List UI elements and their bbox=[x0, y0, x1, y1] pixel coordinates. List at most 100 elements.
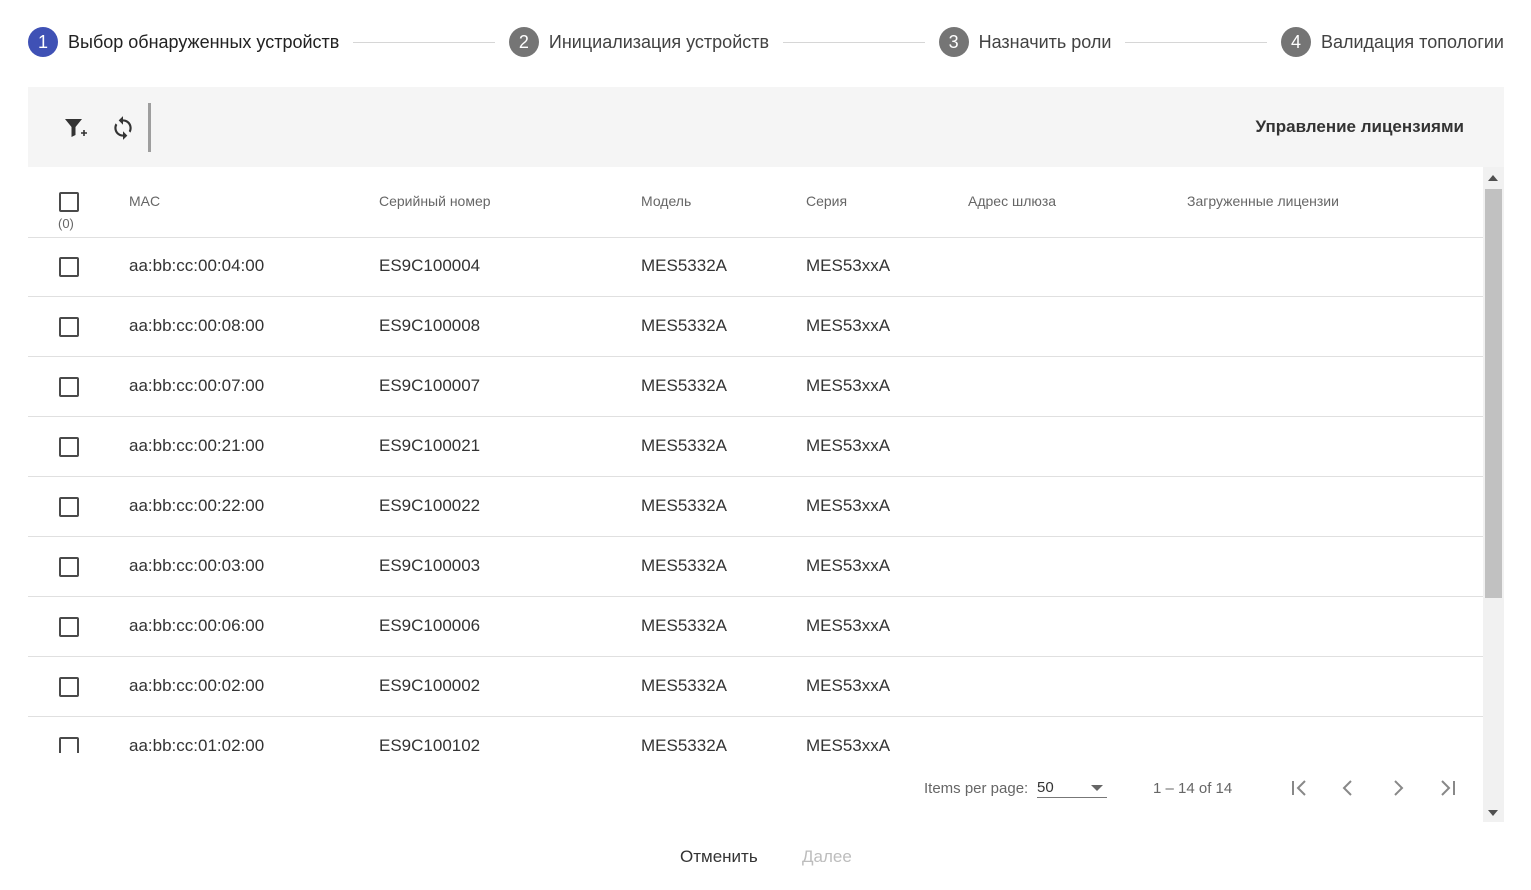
cell-series: MES53xxA bbox=[806, 556, 891, 575]
row-checkbox[interactable] bbox=[59, 257, 79, 277]
cell-serial: ES9C100007 bbox=[379, 376, 481, 395]
cell-model: MES5332A bbox=[641, 556, 727, 575]
toolbar-divider bbox=[148, 103, 151, 152]
step-label: Выбор обнаруженных устройств bbox=[68, 31, 340, 52]
row-checkbox[interactable] bbox=[59, 557, 79, 577]
first-page-icon bbox=[1292, 780, 1306, 796]
cell-model: MES5332A bbox=[641, 496, 727, 515]
cell-model: MES5332A bbox=[641, 676, 727, 695]
table-row[interactable]: aa:bb:cc:00:22:00 ES9C100022 MES5332A MES53… bbox=[28, 477, 1483, 537]
step-1[interactable]: 1 Выбор обнаруженных устройств bbox=[28, 27, 339, 57]
cell-series: MES53xxA bbox=[806, 316, 891, 335]
step-connector bbox=[353, 41, 495, 43]
step-connector bbox=[783, 41, 925, 43]
cell-mac: aa:bb:cc:00:03:00 bbox=[129, 556, 265, 575]
next-button[interactable]: Далее bbox=[802, 847, 852, 867]
cell-serial: ES9C100006 bbox=[379, 616, 481, 635]
table-row[interactable]: aa:bb:cc:00:07:00 ES9C100007 MES5332A MES53… bbox=[28, 357, 1483, 417]
cell-serial: ES9C100021 bbox=[379, 436, 481, 455]
refresh-button[interactable] bbox=[106, 111, 140, 145]
step-number: 1 bbox=[28, 27, 58, 57]
row-checkbox[interactable] bbox=[59, 677, 79, 697]
filter-add-button[interactable] bbox=[57, 111, 91, 145]
cell-series: MES53xxA bbox=[806, 376, 891, 395]
step-number: 2 bbox=[508, 27, 539, 57]
cell-serial: ES9C100002 bbox=[379, 676, 481, 695]
devices-table: (0) MAC Серийный номер Модель Серия Адре… bbox=[28, 167, 1483, 753]
step-4[interactable]: 4 Валидация топологии bbox=[1280, 27, 1504, 57]
row-checkbox[interactable] bbox=[59, 437, 79, 457]
next-page-button[interactable] bbox=[1383, 773, 1413, 803]
cell-series: MES53xxA bbox=[806, 436, 891, 455]
table-row[interactable]: aa:bb:cc:00:08:00 ES9C100008 MES5332A MES53… bbox=[28, 297, 1483, 357]
cell-mac: aa:bb:cc:00:21:00 bbox=[129, 436, 265, 455]
cell-model: MES5332A bbox=[641, 736, 727, 753]
table-row[interactable]: aa:bb:cc:00:02:00 ES9C100002 MES5332A MES53… bbox=[28, 657, 1483, 717]
column-header-mac[interactable]: MAC bbox=[129, 193, 160, 209]
vertical-scrollbar[interactable] bbox=[1483, 167, 1504, 822]
table-row[interactable]: aa:bb:cc:01:02:00 ES9C100102 MES5332A MES53… bbox=[28, 717, 1483, 753]
dropdown-arrow-icon bbox=[1091, 785, 1103, 791]
cell-mac: aa:bb:cc:00:22:00 bbox=[129, 496, 265, 515]
column-header-licenses[interactable]: Загруженные лицензии bbox=[1187, 193, 1339, 209]
cell-model: MES5332A bbox=[641, 376, 727, 395]
cell-series: MES53xxA bbox=[806, 496, 891, 515]
scroll-down-icon[interactable] bbox=[1488, 810, 1498, 816]
previous-page-button[interactable] bbox=[1333, 773, 1363, 803]
cell-mac: aa:bb:cc:00:02:00 bbox=[129, 676, 265, 695]
first-page-button[interactable] bbox=[1284, 773, 1314, 803]
cell-model: MES5332A bbox=[641, 436, 727, 455]
last-page-button[interactable] bbox=[1433, 773, 1463, 803]
selected-count: (0) bbox=[58, 216, 74, 231]
cell-serial: ES9C100022 bbox=[379, 496, 481, 515]
chevron-left-icon bbox=[1342, 780, 1352, 796]
stepper: 1 Выбор обнаруженных устройств 2 Инициал… bbox=[28, 26, 1504, 58]
items-per-page-select[interactable]: 50 bbox=[1037, 773, 1107, 798]
chevron-right-icon bbox=[1394, 780, 1404, 796]
license-management-button[interactable]: Управление лицензиями bbox=[1256, 117, 1464, 137]
cell-serial: ES9C100008 bbox=[379, 316, 481, 335]
column-header-series[interactable]: Серия bbox=[806, 193, 847, 209]
row-checkbox[interactable] bbox=[59, 737, 79, 753]
cell-model: MES5332A bbox=[641, 616, 727, 635]
table-row[interactable]: aa:bb:cc:00:04:00 ES9C100004 MES5332A MES53… bbox=[28, 237, 1483, 297]
devices-card: Управление лицензиями (0) MAC Серийный н… bbox=[28, 87, 1504, 822]
row-checkbox[interactable] bbox=[59, 497, 79, 517]
cell-series: MES53xxA bbox=[806, 616, 891, 635]
table-row[interactable]: aa:bb:cc:00:21:00 ES9C100021 MES5332A MES53… bbox=[28, 417, 1483, 477]
column-header-serial[interactable]: Серийный номер bbox=[379, 193, 491, 209]
cell-series: MES53xxA bbox=[806, 256, 891, 275]
cell-model: MES5332A bbox=[641, 256, 727, 275]
cell-series: MES53xxA bbox=[806, 736, 891, 753]
cell-mac: aa:bb:cc:00:06:00 bbox=[129, 616, 265, 635]
row-checkbox[interactable] bbox=[59, 377, 79, 397]
step-3[interactable]: 3 Назначить роли bbox=[938, 27, 1112, 57]
cell-serial: ES9C100003 bbox=[379, 556, 481, 575]
table-header: (0) MAC Серийный номер Модель Серия Адре… bbox=[28, 167, 1483, 238]
cell-mac: aa:bb:cc:00:08:00 bbox=[129, 316, 265, 335]
refresh-icon bbox=[114, 116, 132, 140]
cell-serial: ES9C100004 bbox=[379, 256, 481, 275]
cell-mac: aa:bb:cc:01:02:00 bbox=[129, 736, 265, 753]
table-row[interactable]: aa:bb:cc:00:06:00 ES9C100006 MES5332A MES53… bbox=[28, 597, 1483, 657]
table-body: aa:bb:cc:00:04:00 ES9C100004 MES5332A MES53… bbox=[28, 237, 1483, 753]
cell-series: MES53xxA bbox=[806, 676, 891, 695]
step-connector bbox=[1125, 41, 1267, 43]
step-label: Назначить роли bbox=[978, 31, 1112, 52]
column-header-model[interactable]: Модель bbox=[641, 193, 691, 209]
scroll-up-icon[interactable] bbox=[1488, 175, 1498, 181]
step-2[interactable]: 2 Инициализация устройств bbox=[508, 27, 769, 57]
cell-mac: aa:bb:cc:00:07:00 bbox=[129, 376, 265, 395]
toolbar: Управление лицензиями bbox=[28, 87, 1504, 167]
select-all-checkbox[interactable] bbox=[59, 192, 79, 212]
column-header-gateway[interactable]: Адрес шлюза bbox=[968, 193, 1056, 209]
table-row[interactable]: aa:bb:cc:00:03:00 ES9C100003 MES5332A MES53… bbox=[28, 537, 1483, 597]
page-range: 1 – 14 of 14 bbox=[1153, 780, 1233, 797]
cell-model: MES5332A bbox=[641, 316, 727, 335]
scrollbar-thumb[interactable] bbox=[1485, 189, 1502, 598]
row-checkbox[interactable] bbox=[59, 317, 79, 337]
paginator: Items per page: 50 1 – 14 of 14 bbox=[28, 753, 1483, 822]
cancel-button[interactable]: Отменить bbox=[680, 847, 758, 867]
last-page-icon bbox=[1441, 780, 1455, 796]
row-checkbox[interactable] bbox=[59, 617, 79, 637]
